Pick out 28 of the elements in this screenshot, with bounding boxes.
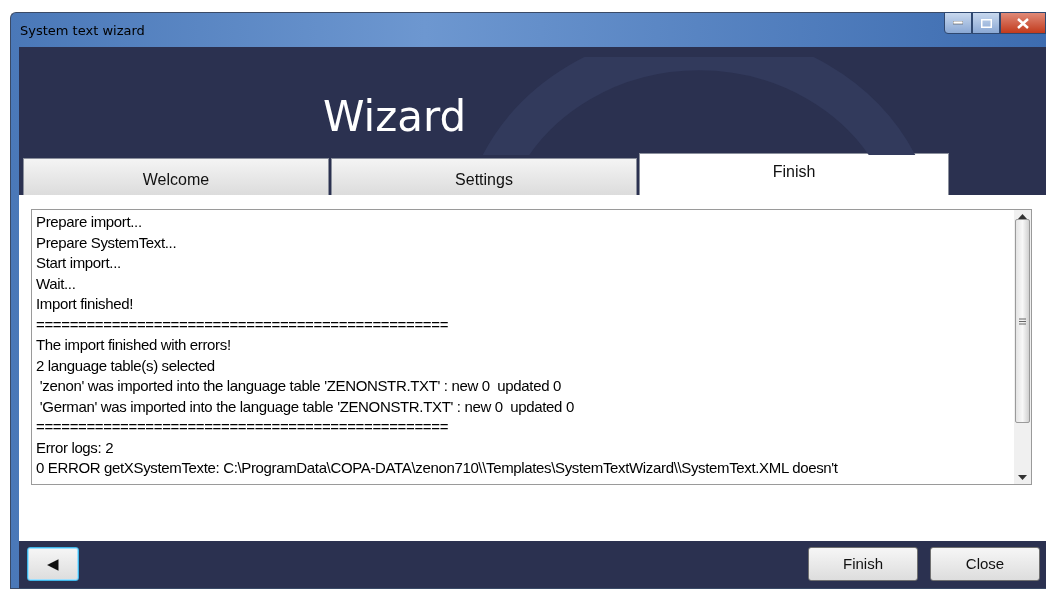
scrollbar[interactable] [1014, 210, 1031, 484]
log-line: Import finished! [36, 294, 134, 314]
log-line: 'German' was imported into the language table 'ZENONSTR.TXT' : new 0 updated 0 [38, 396, 575, 417]
log-line: Error logs: 2 [36, 437, 115, 458]
log-line: Wait... [36, 273, 77, 294]
log-line: Prepare SystemText... [36, 232, 178, 253]
close-icon[interactable] [1000, 12, 1046, 34]
window-title: System text wizard [19, 22, 145, 38]
maximize-icon[interactable] [972, 12, 1000, 34]
log-line: The import finished with errors! [36, 335, 232, 355]
scroll-down-icon[interactable] [1018, 475, 1027, 480]
wizard-title: Wizard [323, 92, 467, 141]
tab[interactable]: Settings [331, 158, 637, 195]
log-line: Prepare import... [36, 212, 143, 232]
log-line: 0 ERROR getXSystemTexte: C:\ProgramData\COPA-DATA\zenon710\\Templates\SystemTextWizard\\SystemText.XML doesn't [36, 458, 839, 478]
tab[interactable]: Welcome [23, 158, 329, 195]
minimize-icon[interactable] [944, 12, 972, 34]
grip-icon [1019, 317, 1026, 325]
close-button[interactable]: Close [930, 546, 1040, 581]
scroll-thumb[interactable] [1015, 219, 1030, 423]
log-line: ================================================= [36, 417, 450, 437]
log-line: 'zenon' was imported into the language table 'ZENONSTR.TXT' : new 0 updated 0 [38, 376, 562, 396]
log-line: Start import... [36, 253, 122, 273]
finish-button[interactable]: Finish [808, 546, 918, 581]
log-line: ================================================= [36, 314, 450, 335]
tab[interactable]: Finish [639, 153, 949, 195]
log-line: 2 language table(s) selected [36, 355, 216, 376]
back-button[interactable]: ◀ [27, 546, 79, 581]
